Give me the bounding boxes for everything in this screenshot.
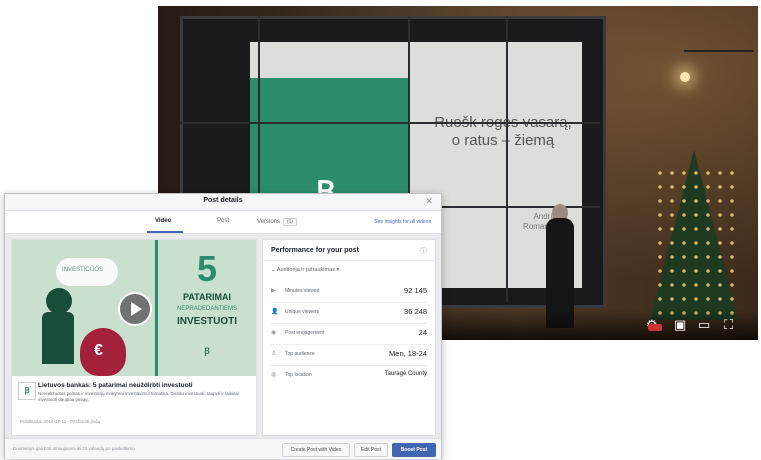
hd-badge [648, 324, 662, 331]
metric-label: Unique viewers [285, 309, 320, 315]
see-all-insights-link[interactable]: See insights for all videos [374, 219, 431, 225]
post-meta[interactable]: Publikuota: 2019-12-11 · Peržiūrėti įraš… [20, 419, 250, 424]
metric-value: 36 248 [404, 307, 427, 316]
metric-value: Tauragė County [384, 371, 427, 377]
metric-row: ▶ Minutes viewed 92 145 [271, 286, 427, 300]
metric-label: Top audience [285, 351, 315, 357]
money-bag: € [80, 328, 126, 376]
play-icon[interactable] [118, 292, 152, 326]
row-divider [271, 323, 427, 324]
tab-post[interactable]: Post [217, 218, 229, 224]
thumbnail-brand: Ꞵ [204, 346, 210, 356]
active-tab-indicator [147, 231, 183, 233]
metric-row: 👤 Unique viewers 36 248 [271, 307, 427, 321]
boost-post-button[interactable]: Boost Post [392, 443, 436, 457]
metric-label: Post engagement [285, 330, 325, 336]
figure-head [46, 288, 72, 314]
video-wall-seam [506, 16, 508, 302]
thumbnail-number: 5 [196, 248, 218, 289]
miniplayer-icon[interactable]: ▣ [674, 318, 686, 332]
tab-versions-label: Versions [257, 219, 281, 225]
video-wall-seam [180, 122, 600, 124]
figure-body [42, 312, 74, 364]
dialog-footer: Duomenys gali būti atnaujinami iki 24 va… [5, 438, 441, 459]
metric-row: ◍ Top location Tauragė County [271, 370, 427, 392]
post-preview: INVESTICIJOS € 5 PATARIMAI NEPRADEDANTIE… [11, 239, 257, 436]
thumbnail-line1: PATARIMAI [183, 292, 231, 302]
performance-title: Performance for your post [271, 247, 359, 254]
info-icon[interactable]: ⓘ [420, 246, 427, 256]
divider [263, 260, 435, 261]
row-divider [271, 302, 427, 303]
metric-label: Minutes viewed [285, 288, 320, 294]
metric-row: ♙ Top audience Men, 18-24 [271, 349, 427, 363]
dialog-header: Post details ✕ [5, 194, 441, 211]
euro-symbol: € [94, 342, 103, 359]
thought-bubble: INVESTICIJOS [56, 258, 118, 286]
lamp-arm [684, 50, 754, 52]
thumbnail-line3: INVESTUOTI [176, 316, 237, 327]
footer-note: Duomenys gali būti atnaujinami iki 24 va… [13, 446, 135, 451]
metric-value: 92 145 [404, 286, 427, 295]
video-thumbnail[interactable]: INVESTICIJOS € 5 PATARIMAI NEPRADEDANTIE… [12, 240, 256, 376]
create-post-button[interactable]: Create Post with Video [282, 443, 350, 457]
location-icon: ◍ [271, 372, 277, 378]
metric-label: Top location [285, 372, 312, 378]
thought-bubble-text: INVESTICIJOS [62, 267, 104, 273]
fullscreen-icon[interactable]: ⛶ [724, 318, 733, 332]
tab-versions[interactable]: Versions (1) [257, 218, 298, 226]
metric-value: 24 [418, 328, 427, 337]
audience-icon: ♙ [271, 351, 277, 357]
close-icon[interactable]: ✕ [425, 196, 433, 207]
tree-lights [654, 166, 738, 316]
metric-filter-dropdown[interactable]: ⌄ Auditorija ir įsitraukimas ▾ [271, 267, 339, 273]
post-details-dialog: Post details ✕ Video Post Versions (1) Se… [4, 193, 442, 459]
metric-filter-label: Auditorija ir įsitraukimas [276, 267, 335, 273]
post-description: Nerealizuotas pelnas ir investicijų moky… [38, 391, 239, 402]
tab-versions-badge: (1) [283, 218, 298, 226]
row-divider [271, 365, 427, 366]
engagement-icon: ◉ [271, 330, 277, 336]
edit-post-button[interactable]: Edit Post [354, 443, 388, 457]
thumbnail-line2: NEPRADEDANTIEMS [176, 306, 237, 312]
dialog-title: Post details [203, 197, 243, 204]
theater-icon[interactable]: ▭ [698, 318, 710, 332]
row-divider [271, 344, 427, 345]
page-avatar[interactable]: Ꞵ [18, 382, 36, 400]
slide-title: Ruošk roges vasarą, o ratus – žiemą [434, 114, 572, 149]
post-title[interactable]: Lietuvos bankas: 5 patarimai neuždirbti … [38, 382, 252, 389]
play-icon: ▶ [271, 288, 276, 294]
lamp [680, 72, 690, 82]
dialog-tabs: Video Post Versions (1) See insights for … [5, 211, 441, 234]
metric-row: ◉ Post engagement 24 [271, 328, 427, 342]
tab-video[interactable]: Video [155, 218, 171, 224]
performance-panel: Performance for your post ⓘ ⌄ Auditorija… [262, 239, 436, 436]
person-icon: 👤 [271, 309, 279, 315]
metric-value: Men, 18-24 [389, 349, 427, 358]
